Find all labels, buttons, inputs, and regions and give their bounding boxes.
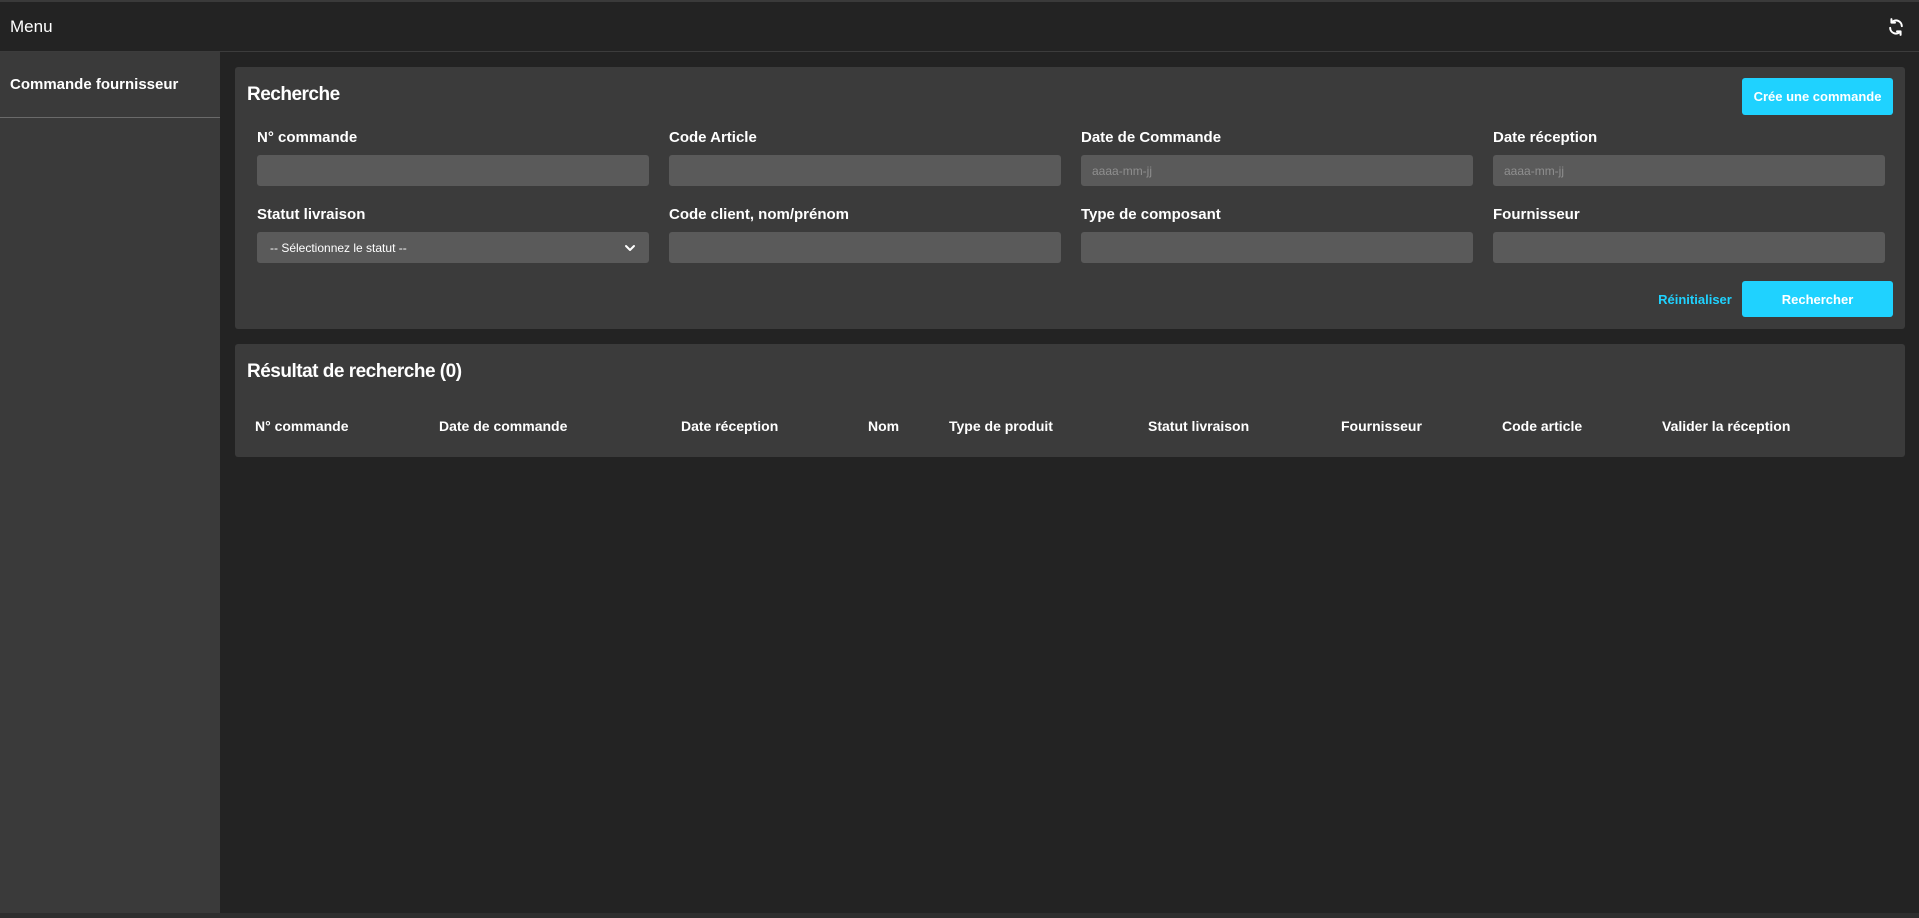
column-header-order-date[interactable]: Date de commande (439, 418, 567, 434)
column-header-order-number[interactable]: N° commande (255, 418, 349, 434)
top-bar: Menu (0, 0, 1919, 52)
component-type-label: Type de composant (1081, 206, 1221, 223)
chevron-down-icon (625, 244, 635, 251)
order-date-input[interactable] (1081, 155, 1473, 186)
supplier-label: Fournisseur (1493, 206, 1580, 223)
column-header-validate-reception[interactable]: Valider la réception (1662, 418, 1790, 434)
supplier-input[interactable] (1493, 232, 1885, 263)
column-header-supplier[interactable]: Fournisseur (1341, 418, 1422, 434)
create-order-button[interactable]: Crée une commande (1742, 78, 1893, 115)
sidebar: Commande fournisseur (0, 52, 220, 913)
results-panel: Résultat de recherche (0) N° commande Da… (235, 344, 1905, 457)
order-number-label: N° commande (257, 129, 358, 146)
refresh-icon[interactable] (1885, 16, 1907, 38)
component-type-input[interactable] (1081, 232, 1473, 263)
search-panel: Recherche Crée une commande N° commande … (235, 67, 1905, 329)
column-header-reception-date[interactable]: Date réception (681, 418, 778, 434)
delivery-status-selected: -- Sélectionnez le statut -- (270, 240, 407, 255)
article-code-input[interactable] (669, 155, 1061, 186)
column-header-delivery-status[interactable]: Statut livraison (1148, 418, 1249, 434)
client-label: Code client, nom/prénom (669, 206, 850, 223)
order-date-label: Date de Commande (1081, 129, 1222, 146)
article-code-label: Code Article (669, 129, 757, 146)
delivery-status-label: Statut livraison (257, 206, 366, 223)
main-content: Recherche Crée une commande N° commande … (220, 52, 1919, 913)
client-input[interactable] (669, 232, 1061, 263)
reception-date-label: Date réception (1493, 129, 1598, 146)
order-number-input[interactable] (257, 155, 649, 186)
column-header-name[interactable]: Nom (868, 418, 899, 434)
delivery-status-select[interactable]: -- Sélectionnez le statut -- (257, 232, 649, 263)
search-title: Recherche (247, 84, 340, 105)
search-button[interactable]: Rechercher (1742, 281, 1893, 317)
reception-date-input[interactable] (1493, 155, 1885, 186)
results-title: Résultat de recherche (0) (247, 361, 462, 382)
bottom-border (0, 913, 1919, 918)
sidebar-item-commande-fournisseur[interactable]: Commande fournisseur (0, 52, 220, 118)
menu-label[interactable]: Menu (10, 17, 53, 37)
column-header-article-code[interactable]: Code article (1502, 418, 1582, 434)
column-header-product-type[interactable]: Type de produit (949, 418, 1053, 434)
reset-button[interactable]: Réinitialiser (1635, 289, 1755, 309)
app-window: Menu Commande fournisseur Recherche Crée… (0, 0, 1919, 918)
